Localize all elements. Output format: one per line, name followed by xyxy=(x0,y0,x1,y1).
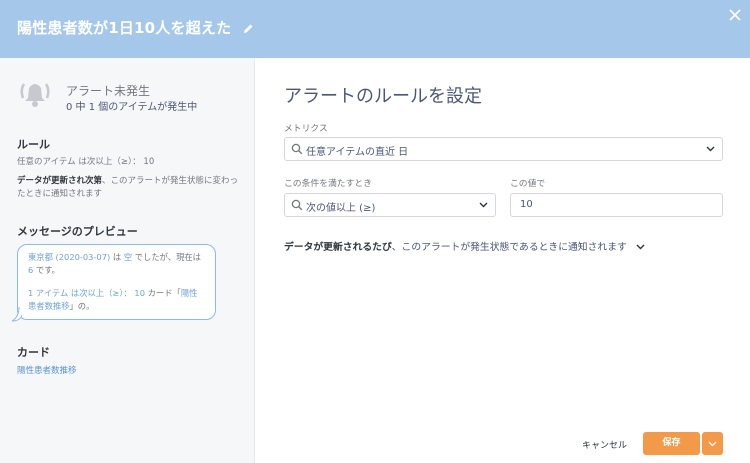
preview-old-value: 空 xyxy=(123,252,133,262)
notify-frequency-toggle[interactable]: データが更新されるたび、このアラートが発生状態であるときに通知されます xyxy=(284,239,645,253)
preview-text: カード「 xyxy=(145,288,181,298)
message-preview: 東京都 (2020-03-07) は 空 でしたが、現在は 6 です。 1 アイ… xyxy=(17,244,216,320)
save-options-button[interactable] xyxy=(702,432,723,455)
chevron-down-icon xyxy=(479,202,488,208)
rule-heading: ルール xyxy=(17,138,50,151)
preview-heading: メッセージのプレビュー xyxy=(17,225,138,238)
preview-text: でしたが、現在は xyxy=(132,252,201,262)
preview-text: は xyxy=(110,252,124,262)
bell-icon xyxy=(20,83,50,107)
chevron-down-icon xyxy=(636,244,645,250)
alert-count: 0 中 1 個のアイテムが発生中 xyxy=(66,102,198,113)
close-icon[interactable] xyxy=(728,8,742,22)
metrics-label: メトリクス xyxy=(284,124,328,134)
search-icon xyxy=(291,199,303,211)
preview-text: 」の。 xyxy=(69,301,95,311)
cancel-button[interactable]: キャンセル xyxy=(582,438,627,451)
save-button[interactable]: 保存 xyxy=(643,432,700,455)
page-title: アラートのルールを設定 xyxy=(284,86,482,107)
preview-text: です。 xyxy=(33,265,60,275)
chevron-down-icon xyxy=(708,441,717,447)
chevron-down-icon xyxy=(706,146,715,152)
alert-state: アラート未発生 xyxy=(66,84,151,98)
condition-select[interactable]: 次の値以上 (≥) xyxy=(284,193,496,217)
preview-line-1: 東京都 (2020-03-07) は 空 でしたが、現在は 6 です。 xyxy=(28,251,205,277)
alert-title[interactable]: 陽性患者数が1日10人を超えた xyxy=(17,17,254,38)
value-label: この値で xyxy=(510,179,546,189)
rule-description: データが更新され次第、このアラートが発生状態に変わったときに通知されます xyxy=(17,175,242,201)
card-heading: カード xyxy=(17,346,50,359)
condition-label: この条件を満たすとき xyxy=(284,179,372,189)
sidebar: アラート未発生 0 中 1 個のアイテムが発生中 ルール 任意のアイテム は次以… xyxy=(0,58,255,463)
value-input-text: 10 xyxy=(520,199,533,210)
metrics-select[interactable]: 任意アイテムの直近 日 xyxy=(284,137,723,161)
preview-line-2: 1 アイテム は次以上（≥）： 10 カード「陽性患者数推移」の。 xyxy=(28,287,205,313)
preview-item: 東京都 (2020-03-07) xyxy=(28,252,111,262)
metrics-value: 任意アイテムの直近 日 xyxy=(306,147,409,158)
notify-bold: データが更新されるたび xyxy=(284,242,392,253)
rule-desc-bold: データが更新され次第 xyxy=(17,176,103,186)
modal-header: 陽性患者数が1日10人を超えた xyxy=(0,0,750,58)
preview-condition: 1 アイテム は次以上（≥）： 10 xyxy=(28,288,145,298)
rule-text: 任意のアイテム は次以上（≥）： 10 xyxy=(17,157,155,167)
value-input[interactable]: 10 xyxy=(510,193,723,217)
condition-value: 次の値以上 (≥) xyxy=(306,203,376,214)
notify-rest: 、このアラートが発生状態であるときに通知されます xyxy=(391,242,627,253)
search-icon xyxy=(291,143,303,155)
card-link[interactable]: 陽性患者数推移 xyxy=(17,364,77,376)
bubble-tail-icon xyxy=(12,307,22,322)
alert-title-text: 陽性患者数が1日10人を超えた xyxy=(17,19,232,37)
pencil-icon[interactable] xyxy=(243,23,254,34)
